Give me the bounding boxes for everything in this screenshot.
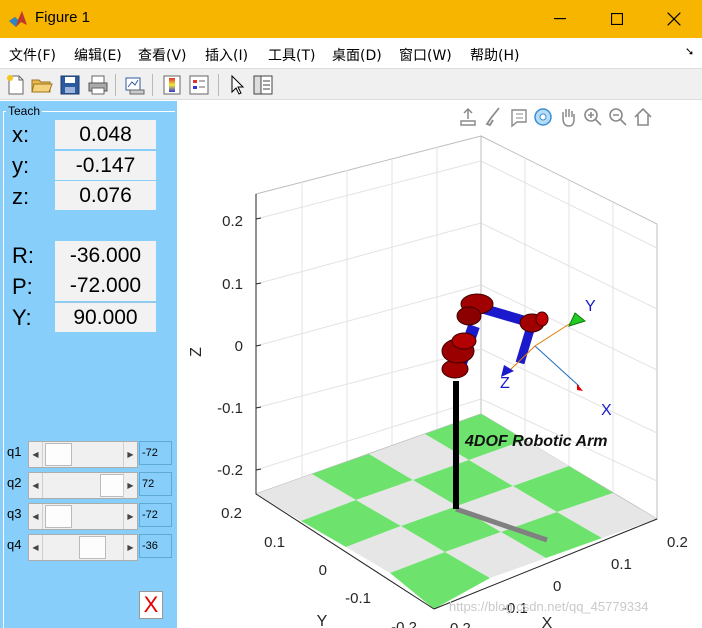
x-tick-0: 0.2 xyxy=(667,534,688,551)
menu-view[interactable]: 查看(V) xyxy=(138,45,187,65)
q3-slider-thumb[interactable] xyxy=(45,505,72,528)
q2-slider[interactable]: ◀ ▶ xyxy=(28,472,138,499)
q1-slider[interactable]: ◀ ▶ xyxy=(28,441,138,468)
plot-title: 4DOF Robotic Arm xyxy=(464,433,608,450)
menu-file[interactable]: 文件(F) xyxy=(9,45,56,65)
teach-group-title: Teach xyxy=(6,104,43,118)
frame-x-label: X xyxy=(601,402,612,419)
q2-label: q2 xyxy=(7,475,22,490)
q4-slider[interactable]: ◀ ▶ xyxy=(28,534,138,561)
x-tick-2: 0 xyxy=(553,578,561,595)
frame-z-label: Z xyxy=(500,375,510,392)
q4-slider-thumb[interactable] xyxy=(79,536,106,559)
select-pointer-icon[interactable] xyxy=(225,73,249,97)
z-label: z: xyxy=(12,184,30,209)
x-label: x: xyxy=(12,122,30,147)
z-axis-label: Z xyxy=(188,347,205,357)
q1-label: q1 xyxy=(7,444,22,459)
q4-right-arrow-icon[interactable]: ▶ xyxy=(123,535,137,560)
title-bar: Figure 1 xyxy=(0,0,702,38)
y-axis-label: Y xyxy=(317,613,328,628)
robot-axes[interactable]: 0.2 0.1 0 -0.1 -0.2 Z 0.2 0.1 0 -0.1 -0.… xyxy=(177,101,702,628)
q4-label: q4 xyxy=(7,537,22,552)
roll-value: -36.000 xyxy=(55,241,156,271)
z-tick-4: -0.2 xyxy=(217,462,243,479)
y-label: y: xyxy=(12,153,30,178)
y-tick-4: -0.2 xyxy=(391,619,417,628)
menu-edit[interactable]: 编辑(E) xyxy=(74,45,122,65)
property-inspector-icon[interactable] xyxy=(251,73,275,97)
frame-y-label: Y xyxy=(585,298,596,315)
q3-slider[interactable]: ◀ ▶ xyxy=(28,503,138,530)
menu-bar: 文件(F) 编辑(E) 查看(V) 插入(I) 工具(T) 桌面(D) 窗口(W… xyxy=(0,38,702,68)
z-tick-0: 0.2 xyxy=(222,213,243,230)
close-window-button[interactable] xyxy=(645,0,702,38)
y-tick-3: -0.1 xyxy=(345,590,371,607)
pitch-label: P: xyxy=(12,274,33,299)
close-icon xyxy=(667,12,680,26)
z-value: 0.076 xyxy=(55,181,156,210)
q1-right-arrow-icon[interactable]: ▶ xyxy=(123,442,137,467)
q2-value: 72 xyxy=(139,472,172,496)
z-tick-1: 0.1 xyxy=(222,276,243,293)
x-tick-1: 0.1 xyxy=(611,556,632,573)
close-panel-button[interactable]: X xyxy=(139,591,163,619)
minimize-button[interactable] xyxy=(531,0,588,38)
q3-right-arrow-icon[interactable]: ▶ xyxy=(123,504,137,529)
q2-left-arrow-icon[interactable]: ◀ xyxy=(29,473,43,498)
minimize-icon xyxy=(553,18,566,20)
z-tick-2: 0 xyxy=(235,338,243,355)
menu-desktop[interactable]: 桌面(D) xyxy=(332,45,382,65)
legend-icon[interactable] xyxy=(187,73,211,97)
y-tick-2: 0 xyxy=(319,562,327,579)
x-axis-label: X xyxy=(542,615,553,628)
q1-value: -72 xyxy=(139,441,172,465)
matlab-logo-icon xyxy=(9,11,27,27)
save-icon[interactable] xyxy=(58,73,82,97)
x-value: 0.048 xyxy=(55,120,156,149)
x-tick-4: -0.2 xyxy=(445,620,471,628)
q1-left-arrow-icon[interactable]: ◀ xyxy=(29,442,43,467)
pitch-value: -72.000 xyxy=(55,271,156,301)
link-plot-icon[interactable] xyxy=(122,73,146,97)
y-value: -0.147 xyxy=(55,151,156,180)
yaw-value: 90.000 xyxy=(55,302,156,332)
q1-slider-thumb[interactable] xyxy=(45,443,72,466)
q4-left-arrow-icon[interactable]: ◀ xyxy=(29,535,43,560)
q3-left-arrow-icon[interactable]: ◀ xyxy=(29,504,43,529)
menu-help[interactable]: 帮助(H) xyxy=(470,45,519,65)
menu-insert[interactable]: 插入(I) xyxy=(205,45,248,65)
y-tick-1: 0.1 xyxy=(264,534,285,551)
maximize-icon xyxy=(610,13,623,25)
window-title: Figure 1 xyxy=(35,9,91,26)
q2-right-arrow-icon[interactable]: ▶ xyxy=(123,473,137,498)
teach-panel: Teach x: 0.048 y: -0.147 z: 0.076 R: -36… xyxy=(0,101,177,628)
colorbar-icon[interactable] xyxy=(160,73,184,97)
q4-value: -36 xyxy=(139,534,172,558)
roll-label: R: xyxy=(12,243,34,268)
menu-tools[interactable]: 工具(T) xyxy=(268,45,315,65)
q3-label: q3 xyxy=(7,506,22,521)
menu-window[interactable]: 窗口(W) xyxy=(399,45,452,65)
new-figure-icon[interactable] xyxy=(4,73,28,97)
robot-plot: 0.2 0.1 0 -0.1 -0.2 Z 0.2 0.1 0 -0.1 -0.… xyxy=(188,135,688,628)
menu-dock-arrow-icon[interactable]: ➘ xyxy=(685,45,694,58)
y-tick-0: 0.2 xyxy=(221,505,242,522)
z-tick-3: -0.1 xyxy=(217,400,243,417)
open-file-icon[interactable] xyxy=(30,73,54,97)
figure-toolbar xyxy=(0,68,702,100)
watermark: https://blog.csdn.net/qq_45779334 xyxy=(449,599,649,614)
yaw-label: Y: xyxy=(12,305,32,330)
print-icon[interactable] xyxy=(86,73,110,97)
q3-value: -72 xyxy=(139,503,172,527)
maximize-button[interactable] xyxy=(588,0,645,38)
